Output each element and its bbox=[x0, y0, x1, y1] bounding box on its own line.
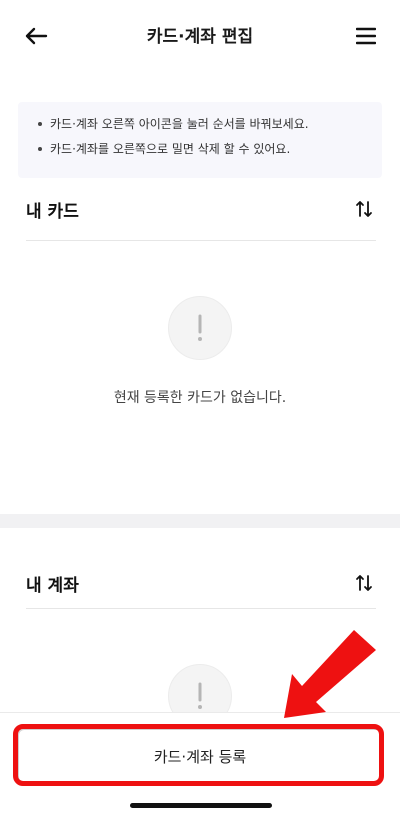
app-header: 카드·계좌 편집 bbox=[0, 0, 400, 72]
cards-divider bbox=[26, 240, 376, 241]
accounts-divider bbox=[26, 608, 376, 609]
notice-item: 카드·계좌 오른쪽 아이콘을 눌러 순서를 바꿔보세요. bbox=[36, 116, 366, 132]
notice-item: 카드·계좌를 오른쪽으로 밀면 삭제 할 수 있어요. bbox=[36, 141, 366, 157]
register-card-account-button[interactable]: 카드·계좌 등록 bbox=[18, 729, 382, 783]
cards-section-title: 내 카드 bbox=[26, 201, 79, 222]
sort-arrows-icon bbox=[356, 575, 372, 591]
page-title: 카드·계좌 편집 bbox=[146, 27, 254, 47]
sort-arrows-icon bbox=[356, 201, 372, 217]
menu-button[interactable] bbox=[350, 20, 382, 52]
hamburger-menu-icon bbox=[356, 27, 376, 45]
cards-section-header: 내 카드 bbox=[26, 194, 376, 224]
exclamation-icon bbox=[198, 314, 202, 341]
cards-empty-icon bbox=[168, 296, 232, 360]
red-pointer-arrow-icon bbox=[284, 630, 376, 718]
guide-notice: 카드·계좌 오른쪽 아이콘을 눌러 순서를 바꿔보세요. 카드·계좌를 오른쪽으… bbox=[18, 102, 382, 178]
section-separator bbox=[0, 514, 400, 528]
accounts-section-title: 내 계좌 bbox=[26, 575, 79, 596]
accounts-sort-button[interactable] bbox=[352, 571, 376, 595]
exclamation-icon bbox=[198, 682, 202, 709]
accounts-section-header: 내 계좌 bbox=[26, 568, 376, 598]
cards-sort-button[interactable] bbox=[352, 197, 376, 221]
cards-empty-text: 현재 등록한 카드가 없습니다. bbox=[113, 390, 287, 406]
home-indicator bbox=[130, 803, 272, 808]
